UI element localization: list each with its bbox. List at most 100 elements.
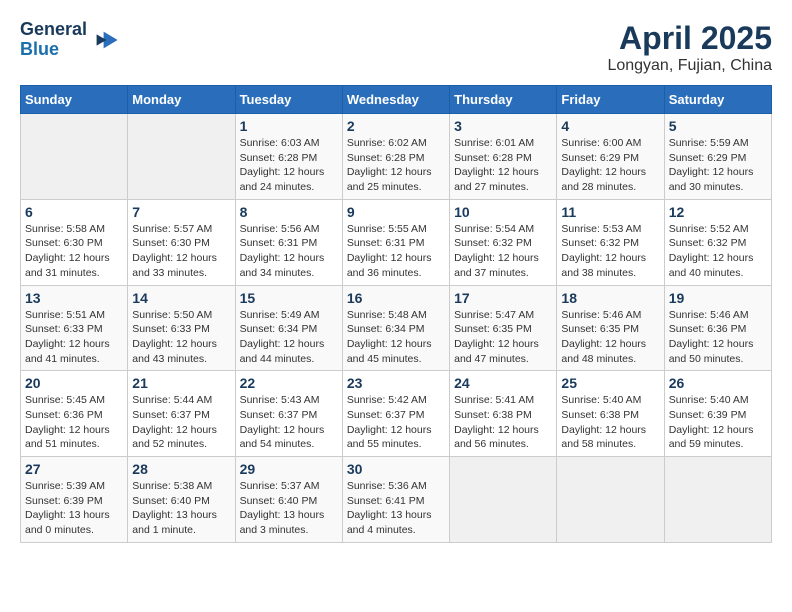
day-number: 30 — [347, 461, 445, 477]
calendar-cell — [21, 114, 128, 200]
day-number: 29 — [240, 461, 338, 477]
day-info: Sunrise: 5:54 AMSunset: 6:32 PMDaylight:… — [454, 222, 552, 281]
calendar-cell: 2 Sunrise: 6:02 AMSunset: 6:28 PMDaylight… — [342, 114, 449, 200]
weekday-header-tuesday: Tuesday — [235, 86, 342, 114]
title-block: April 2025 Longyan, Fujian, China — [607, 20, 772, 75]
day-number: 28 — [132, 461, 230, 477]
day-number: 17 — [454, 290, 552, 306]
day-number: 15 — [240, 290, 338, 306]
day-info: Sunrise: 5:56 AMSunset: 6:31 PMDaylight:… — [240, 222, 338, 281]
day-info: Sunrise: 5:52 AMSunset: 6:32 PMDaylight:… — [669, 222, 767, 281]
day-info: Sunrise: 5:38 AMSunset: 6:40 PMDaylight:… — [132, 479, 230, 538]
calendar-header: SundayMondayTuesdayWednesdayThursdayFrid… — [21, 86, 772, 114]
calendar-cell: 30Sunrise: 5:36 AMSunset: 6:41 PMDayligh… — [342, 457, 449, 543]
calendar-week-2: 6Sunrise: 5:58 AMSunset: 6:30 PMDaylight… — [21, 199, 772, 285]
calendar-cell: 23Sunrise: 5:42 AMSunset: 6:37 PMDayligh… — [342, 371, 449, 457]
day-info: Sunrise: 5:48 AMSunset: 6:34 PMDaylight:… — [347, 308, 445, 367]
day-number: 18 — [561, 290, 659, 306]
day-number: 22 — [240, 375, 338, 391]
calendar-cell: 1Sunrise: 6:03 AMSunset: 6:28 PMDaylight… — [235, 114, 342, 200]
calendar-cell: 3 Sunrise: 6:01 AMSunset: 6:28 PMDaylight… — [450, 114, 557, 200]
calendar-week-3: 13Sunrise: 5:51 AMSunset: 6:33 PMDayligh… — [21, 285, 772, 371]
day-number: 7 — [132, 204, 230, 220]
day-info: Sunrise: 5:46 AMSunset: 6:36 PMDaylight:… — [669, 308, 767, 367]
calendar-cell: 19Sunrise: 5:46 AMSunset: 6:36 PMDayligh… — [664, 285, 771, 371]
calendar-cell: 13Sunrise: 5:51 AMSunset: 6:33 PMDayligh… — [21, 285, 128, 371]
calendar-cell: 10 Sunrise: 5:54 AMSunset: 6:32 PMDayligh… — [450, 199, 557, 285]
day-info: Sunrise: 5:39 AMSunset: 6:39 PMDaylight:… — [25, 479, 123, 538]
day-info: Sunrise: 5:46 AMSunset: 6:35 PMDaylight:… — [561, 308, 659, 367]
day-number: 8 — [240, 204, 338, 220]
calendar-cell: 20Sunrise: 5:45 AMSunset: 6:36 PMDayligh… — [21, 371, 128, 457]
day-number: 4 — [561, 118, 659, 134]
day-info: Sunrise: 5:44 AMSunset: 6:37 PMDaylight:… — [132, 393, 230, 452]
day-number: 10 — [454, 204, 552, 220]
calendar-cell — [450, 457, 557, 543]
day-info: Sunrise: 6:02 AMSunset: 6:28 PMDaylight:… — [347, 136, 445, 195]
calendar-cell: 16 Sunrise: 5:48 AMSunset: 6:34 PMDayligh… — [342, 285, 449, 371]
weekday-header-thursday: Thursday — [450, 86, 557, 114]
day-number: 16 — [347, 290, 445, 306]
calendar-cell: 5 Sunrise: 5:59 AMSunset: 6:29 PMDaylight… — [664, 114, 771, 200]
day-info: Sunrise: 5:53 AMSunset: 6:32 PMDaylight:… — [561, 222, 659, 281]
calendar-cell — [557, 457, 664, 543]
calendar-cell: 11Sunrise: 5:53 AMSunset: 6:32 PMDayligh… — [557, 199, 664, 285]
day-number: 26 — [669, 375, 767, 391]
calendar-cell: 18 Sunrise: 5:46 AMSunset: 6:35 PMDayligh… — [557, 285, 664, 371]
calendar-week-4: 20Sunrise: 5:45 AMSunset: 6:36 PMDayligh… — [21, 371, 772, 457]
calendar-cell: 27 Sunrise: 5:39 AMSunset: 6:39 PMDayligh… — [21, 457, 128, 543]
weekday-header-monday: Monday — [128, 86, 235, 114]
calendar-cell: 28 Sunrise: 5:38 AMSunset: 6:40 PMDayligh… — [128, 457, 235, 543]
day-number: 12 — [669, 204, 767, 220]
calendar-cell: 22 Sunrise: 5:43 AMSunset: 6:37 PMDayligh… — [235, 371, 342, 457]
calendar-cell: 29Sunrise: 5:37 AMSunset: 6:40 PMDayligh… — [235, 457, 342, 543]
day-info: Sunrise: 5:57 AMSunset: 6:30 PMDaylight:… — [132, 222, 230, 281]
day-info: Sunrise: 5:50 AMSunset: 6:33 PMDaylight:… — [132, 308, 230, 367]
calendar-cell: 14 Sunrise: 5:50 AMSunset: 6:33 PMDayligh… — [128, 285, 235, 371]
weekday-header-sunday: Sunday — [21, 86, 128, 114]
calendar-cell: 17 Sunrise: 5:47 AMSunset: 6:35 PMDayligh… — [450, 285, 557, 371]
day-info: Sunrise: 5:40 AMSunset: 6:39 PMDaylight:… — [669, 393, 767, 452]
page-header: General Blue April 2025 Longyan, Fujian,… — [20, 20, 772, 75]
day-info: Sunrise: 6:01 AMSunset: 6:28 PMDaylight:… — [454, 136, 552, 195]
day-number: 24 — [454, 375, 552, 391]
month-year: April 2025 — [607, 20, 772, 57]
weekday-header-wednesday: Wednesday — [342, 86, 449, 114]
day-info: Sunrise: 5:43 AMSunset: 6:37 PMDaylight:… — [240, 393, 338, 452]
logo-icon — [91, 26, 119, 54]
day-number: 2 — [347, 118, 445, 134]
day-number: 27 — [25, 461, 123, 477]
day-number: 1 — [240, 118, 338, 134]
logo: General Blue — [20, 20, 119, 60]
calendar-cell: 24Sunrise: 5:41 AMSunset: 6:38 PMDayligh… — [450, 371, 557, 457]
calendar-week-5: 27 Sunrise: 5:39 AMSunset: 6:39 PMDayligh… — [21, 457, 772, 543]
calendar-cell: 6Sunrise: 5:58 AMSunset: 6:30 PMDaylight… — [21, 199, 128, 285]
day-number: 20 — [25, 375, 123, 391]
day-number: 9 — [347, 204, 445, 220]
day-info: Sunrise: 5:55 AMSunset: 6:31 PMDaylight:… — [347, 222, 445, 281]
calendar-body: 1Sunrise: 6:03 AMSunset: 6:28 PMDaylight… — [21, 114, 772, 543]
location: Longyan, Fujian, China — [607, 57, 772, 75]
day-info: Sunrise: 6:00 AMSunset: 6:29 PMDaylight:… — [561, 136, 659, 195]
calendar-cell — [128, 114, 235, 200]
day-info: Sunrise: 5:59 AMSunset: 6:29 PMDaylight:… — [669, 136, 767, 195]
day-number: 14 — [132, 290, 230, 306]
day-number: 5 — [669, 118, 767, 134]
day-info: Sunrise: 5:40 AMSunset: 6:38 PMDaylight:… — [561, 393, 659, 452]
day-number: 21 — [132, 375, 230, 391]
day-number: 13 — [25, 290, 123, 306]
weekday-header-friday: Friday — [557, 86, 664, 114]
logo-text: General Blue — [20, 20, 87, 60]
calendar-cell: 4 Sunrise: 6:00 AMSunset: 6:29 PMDaylight… — [557, 114, 664, 200]
calendar-cell: 25 Sunrise: 5:40 AMSunset: 6:38 PMDayligh… — [557, 371, 664, 457]
calendar-cell: 7 Sunrise: 5:57 AMSunset: 6:30 PMDaylight… — [128, 199, 235, 285]
calendar-cell: 9 Sunrise: 5:55 AMSunset: 6:31 PMDaylight… — [342, 199, 449, 285]
day-info: Sunrise: 5:49 AMSunset: 6:34 PMDaylight:… — [240, 308, 338, 367]
day-info: Sunrise: 5:58 AMSunset: 6:30 PMDaylight:… — [25, 222, 123, 281]
day-number: 3 — [454, 118, 552, 134]
calendar-cell: 8 Sunrise: 5:56 AMSunset: 6:31 PMDaylight… — [235, 199, 342, 285]
day-number: 25 — [561, 375, 659, 391]
calendar-cell: 26 Sunrise: 5:40 AMSunset: 6:39 PMDayligh… — [664, 371, 771, 457]
day-info: Sunrise: 5:47 AMSunset: 6:35 PMDaylight:… — [454, 308, 552, 367]
calendar-table: SundayMondayTuesdayWednesdayThursdayFrid… — [20, 85, 772, 543]
